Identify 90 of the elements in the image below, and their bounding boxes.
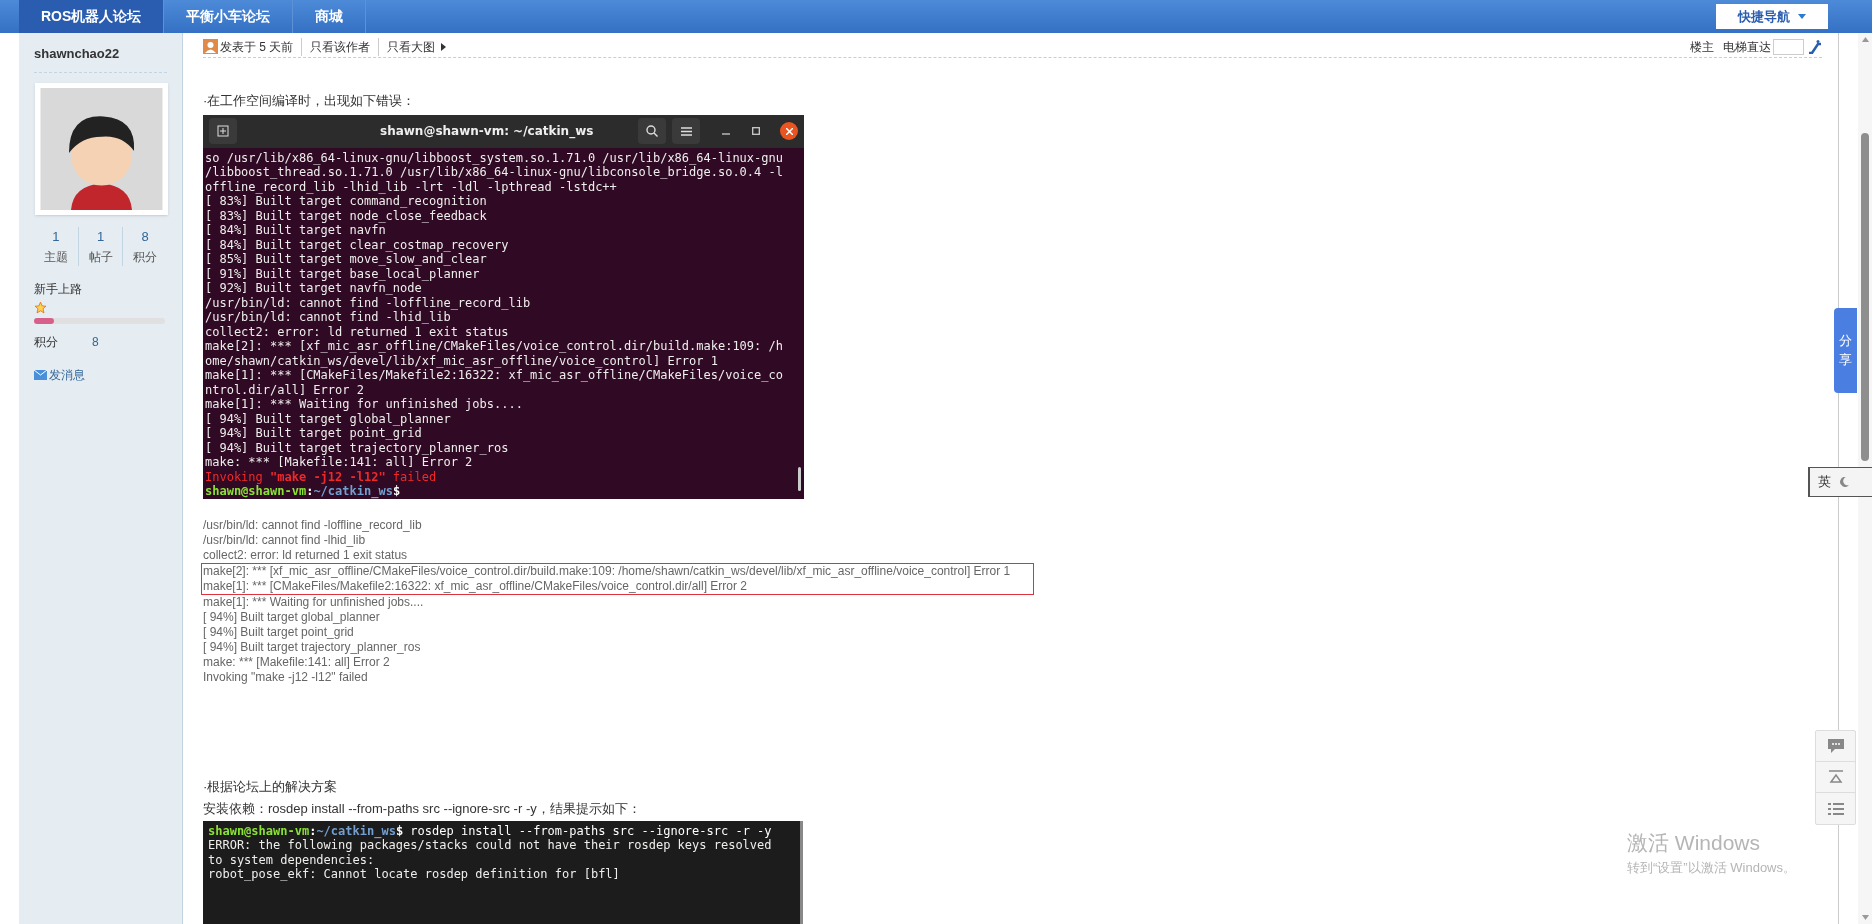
post-text: ·根据论坛上的解决方案	[203, 777, 338, 796]
close-icon	[785, 127, 793, 135]
log-line: /usr/bin/ld: cannot find -lhid_lib	[203, 532, 366, 547]
share-tab[interactable]: 分享	[1834, 308, 1857, 393]
nav-tab[interactable]: ROS机器人论坛	[19, 0, 165, 33]
scroll-up-icon[interactable]	[1861, 37, 1869, 42]
terminal-line: to system dependencies:	[208, 852, 375, 868]
terminal-line: /usr/bin/ld: cannot find -lhid_lib	[205, 310, 451, 325]
post-filter-link[interactable]: 只看该作者	[301, 37, 371, 56]
post-text: 安装依赖：rosdep install --from-paths src --ignore-src -r -y，结果提示如下：	[203, 800, 641, 819]
comment-icon	[1826, 738, 1845, 754]
escalator-icon	[1808, 39, 1822, 54]
terminal-line: ERROR: the following packages/stacks could not have their rosdep keys resolved	[208, 838, 772, 853]
terminal-line: [ 83%] Built target node_close_feedback	[205, 208, 487, 224]
activation-hint: 转到“设置”以激活 Windows。	[1627, 859, 1796, 877]
menu-icon	[680, 126, 692, 136]
floor-label: 楼主	[1690, 38, 1714, 56]
terminal-line: make: *** [Makefile:141: all] Error 2	[205, 455, 473, 470]
moon-icon	[1839, 477, 1849, 487]
log-line: make[1]: *** [CMakeFiles/Makefile2:16322: xf_mic_asr_offline/CMakeFiles/voice_control.dir/all] Error 2	[203, 578, 747, 593]
new-tab-icon	[217, 125, 229, 138]
terminal-line: collect2: error: ld returned 1 exit status	[205, 324, 509, 340]
quick-nav-button[interactable]: 快捷导航	[1716, 4, 1828, 29]
log-line: /usr/bin/ld: cannot find -loffline_record_lib	[203, 517, 422, 532]
scroll-down-icon[interactable]	[1861, 915, 1869, 920]
maximize-icon[interactable]	[752, 127, 760, 136]
terminal-line: so /usr/lib/x86_64-linux-gnu/libboost_system.so.1.71.0 /usr/lib/x86_64-linux-gnu	[205, 150, 783, 166]
terminal-line: make[2]: *** [xf_mic_asr_offline/CMakeFiles/voice_control.dir/build.make:109: /h	[205, 339, 783, 354]
terminal-line: [ 84%] Built target clear_costmap_recovery	[205, 237, 509, 253]
stat-label: 帖子	[88, 249, 113, 266]
stat-value: 1	[96, 227, 105, 246]
points-value: 8	[92, 334, 99, 351]
terminal-title: shawn@shawn-vm: ~/catkin_ws	[380, 123, 594, 141]
terminal-line: /libboost_thread.so.1.71.0 /usr/lib/x86_64-linux-gnu/libconsole_bridge.so.0.4 -l	[205, 165, 783, 180]
log-line: [ 94%] Built target trajectory_planner_ros	[203, 639, 421, 654]
terminal-line: [ 94%] Built target global_planner	[205, 411, 451, 427]
scrollbar-thumb[interactable]	[798, 466, 801, 491]
terminal-line: [ 92%] Built target navfn_node	[205, 281, 422, 296]
stat-label: 主题	[43, 249, 68, 266]
terminal-line: /usr/bin/ld: cannot find -loffline_record_lib	[205, 295, 531, 311]
stat-label: 积分	[133, 249, 158, 266]
log-line: [ 94%] Built target point_grid	[203, 624, 354, 639]
send-message-link[interactable]: 发消息	[34, 366, 85, 384]
input-method-widget[interactable]: 英	[1808, 467, 1872, 497]
nav-tab[interactable]: 商城	[293, 0, 367, 33]
search-icon	[646, 125, 658, 138]
activation-title: 激活 Windows	[1627, 830, 1762, 856]
stat-value: 1	[52, 227, 60, 246]
rank-star-icon	[34, 301, 47, 314]
terminal-line: [ 94%] Built target point_grid	[205, 426, 422, 441]
jump-label: 电梯直达	[1723, 38, 1771, 56]
post-text: ·在工作空间编译时，出现如下错误：	[203, 92, 416, 111]
back-to-top-icon	[1827, 770, 1844, 784]
log-line: make[2]: *** [xf_mic_asr_offline/CMakeFiles/voice_control.dir/build.make:109: /home/shawn/catkin_ws/devel/lib/xf_mic_asr_offline/voice_control] Error 1	[203, 563, 1011, 578]
log-line: make: *** [Makefile:141: all] Error 2	[203, 654, 390, 669]
terminal-prompt: shawn@shawn-vm:~/catkin_ws$ rosdep install --from-paths src --ignore-src -r -y	[208, 823, 772, 839]
terminal-line: [ 91%] Built target base_local_planner	[205, 266, 480, 282]
triangle-icon	[441, 42, 447, 51]
list-icon	[1827, 802, 1844, 815]
menu-button[interactable]	[672, 118, 700, 145]
points-label: 积分	[34, 334, 59, 351]
terminal-line: robot_pose_ekf: Cannot locate rosdep definition for [bfl]	[208, 867, 620, 882]
terminal-line: ntrol.dir/all] Error 2	[205, 382, 364, 398]
log-line: [ 94%] Built target global_planner	[203, 609, 380, 624]
terminal-line: ome/shawn/catkin_ws/devel/lib/xf_mic_asr_offline/voice_control] Error 1	[205, 353, 718, 369]
terminal-line: [ 84%] Built target navfn	[205, 223, 386, 238]
search-button[interactable]	[638, 118, 666, 145]
terminal-line: [ 85%] Built target move_slow_and_clear	[205, 252, 487, 267]
floor-input[interactable]	[1773, 38, 1804, 55]
scrollbar-thumb[interactable]	[1861, 133, 1869, 461]
terminal-line: offline_record_lib -lhid_lib -lrt -ldl -lpthread -lstdc++	[205, 179, 617, 195]
log-line: make[1]: *** Waiting for unfinished jobs....	[203, 594, 424, 609]
terminal-line: [ 94%] Built target trajectory_planner_ros	[205, 440, 509, 456]
caret-icon	[1798, 14, 1806, 19]
log-line: Invoking "make -j12 -l12" failed	[203, 669, 368, 684]
author-name[interactable]: shawnchao22	[34, 44, 167, 73]
terminal-line: Invoking "make -j12 -l12" failed	[205, 469, 437, 485]
terminal-line: [ 83%] Built target command_recognition	[205, 194, 487, 209]
user-icon	[203, 39, 218, 55]
envelope-icon	[34, 370, 47, 380]
new-tab-button[interactable]	[209, 118, 237, 145]
user-rank: 新手上路	[34, 281, 82, 298]
terminal-prompt: shawn@shawn-vm:~/catkin_ws$	[205, 484, 401, 499]
post-time: 发表于 5 天前	[220, 38, 294, 56]
post-filter-link[interactable]: 只看大图	[378, 37, 436, 56]
terminal-line: make[1]: *** [CMakeFiles/Makefile2:16322: xf_mic_asr_offline/CMakeFiles/voice_co	[205, 368, 783, 383]
log-line: collect2: error: ld returned 1 exit status	[203, 547, 408, 562]
terminal-line: make[1]: *** Waiting for unfinished jobs....	[205, 397, 523, 412]
close-button[interactable]	[780, 122, 798, 141]
stat-value: 8	[141, 227, 149, 246]
